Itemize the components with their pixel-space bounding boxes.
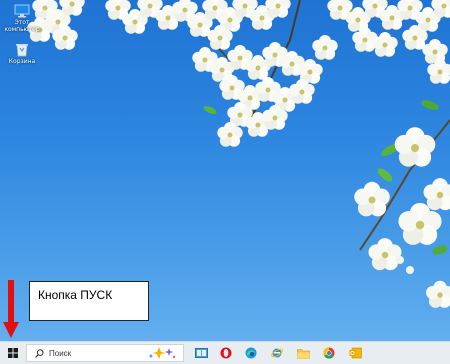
edge-icon [245, 347, 257, 359]
search-placeholder: Поиск [49, 348, 72, 358]
file-explorer-icon [296, 348, 310, 359]
chrome-button[interactable] [318, 342, 340, 364]
outlook-button[interactable] [344, 342, 366, 364]
opera-icon [220, 347, 232, 359]
internet-explorer-button[interactable] [266, 342, 288, 364]
desktop-icon-label: Этот [14, 19, 30, 26]
copilot-icon[interactable] [147, 346, 177, 362]
internet-explorer-icon [271, 348, 283, 358]
taskbar: Поиск [0, 341, 450, 364]
desktop-icon-label: Корзина [8, 58, 36, 65]
recycle-bin-icon [16, 44, 28, 57]
desktop: Этот компьютер Корзина Кнопка ПУСК [0, 0, 450, 341]
task-view-icon [194, 348, 208, 358]
search-icon [35, 348, 44, 358]
start-button[interactable] [0, 342, 26, 364]
this-pc-icon [14, 4, 30, 18]
desktop-icon-label: компьютер [4, 26, 40, 33]
edge-button[interactable] [240, 342, 262, 364]
annotation-callout: Кнопка ПУСК [29, 281, 149, 321]
file-explorer-button[interactable] [292, 342, 314, 364]
task-view-button[interactable] [190, 342, 212, 364]
opera-button[interactable] [215, 342, 237, 364]
outlook-icon [349, 347, 362, 359]
red-arrow-icon [3, 280, 19, 338]
annotation-text: Кнопка ПУСК [38, 288, 113, 302]
windows-logo-icon [8, 348, 18, 358]
desktop-icon-recycle-bin[interactable]: Корзина [4, 42, 40, 65]
chrome-icon [323, 347, 335, 359]
desktop-icon-this-pc[interactable]: Этот компьютер [4, 4, 40, 33]
search-box[interactable]: Поиск [26, 344, 184, 362]
